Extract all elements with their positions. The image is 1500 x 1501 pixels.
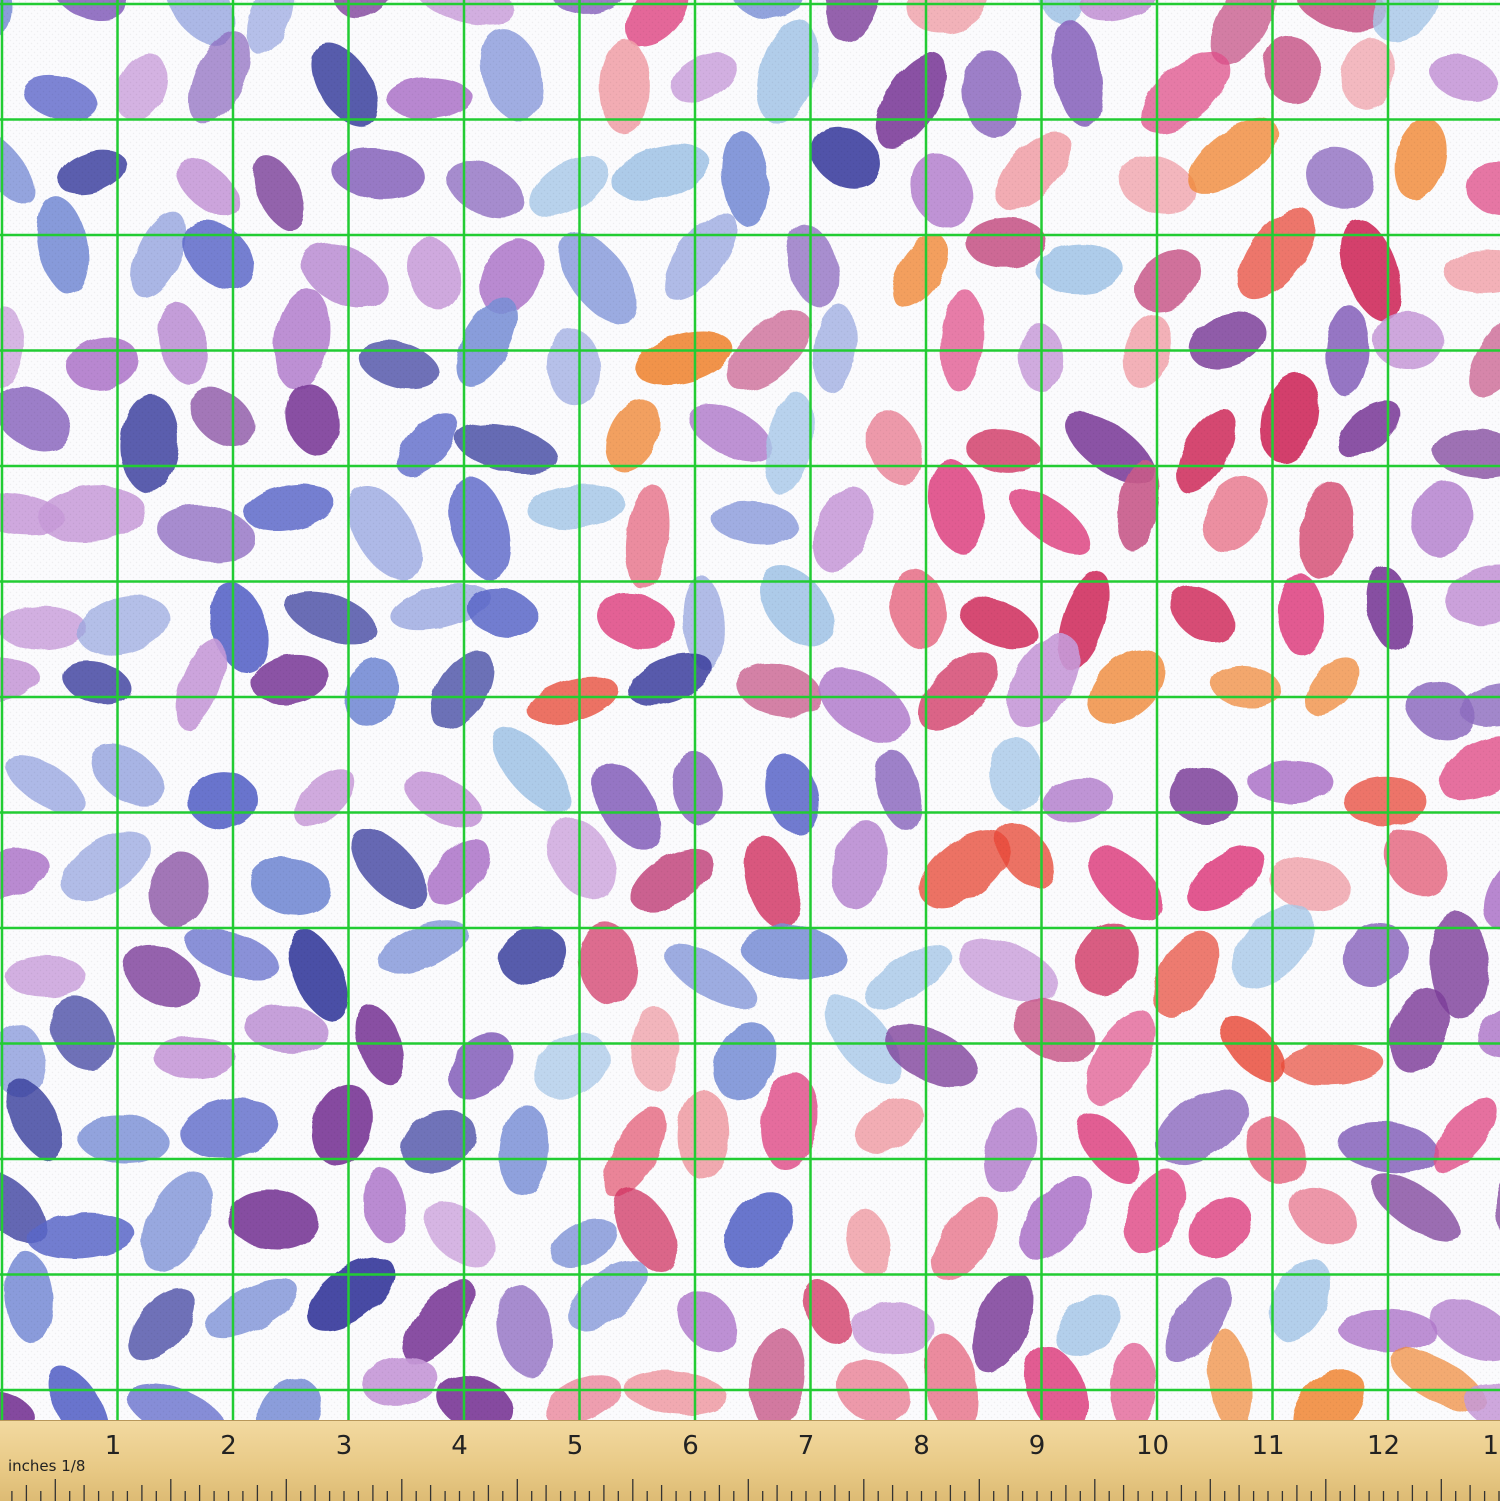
ruler-number: 5: [567, 1431, 584, 1461]
ruler-graphic: 12345678910111213 inches 1/8: [8, 1431, 1500, 1501]
ruler-number: 1: [105, 1431, 122, 1461]
ruler-number: 6: [682, 1431, 699, 1461]
ruler-number: 3: [336, 1431, 353, 1461]
ruler-number: 12: [1367, 1431, 1400, 1461]
ruler-ticks: [11, 1479, 1500, 1501]
ruler-numbers: 12345678910111213: [105, 1431, 1500, 1461]
measuring-ruler: 12345678910111213 inches 1/8: [0, 1420, 1500, 1501]
ruler-number: 11: [1251, 1431, 1284, 1461]
ruler-number: 7: [798, 1431, 815, 1461]
ruler-number: 13: [1482, 1431, 1500, 1461]
ruler-number: 4: [451, 1431, 468, 1461]
ruler-number: 9: [1029, 1431, 1046, 1461]
fabric-swatch: [0, 0, 1500, 1420]
ruler-number: 8: [913, 1431, 930, 1461]
ruler-unit-label: inches 1/8: [8, 1457, 85, 1475]
weave-texture: [0, 0, 1500, 1420]
ruler-number: 10: [1136, 1431, 1169, 1461]
ruler-number: 2: [220, 1431, 237, 1461]
watercolor-pattern: [0, 0, 1500, 1420]
